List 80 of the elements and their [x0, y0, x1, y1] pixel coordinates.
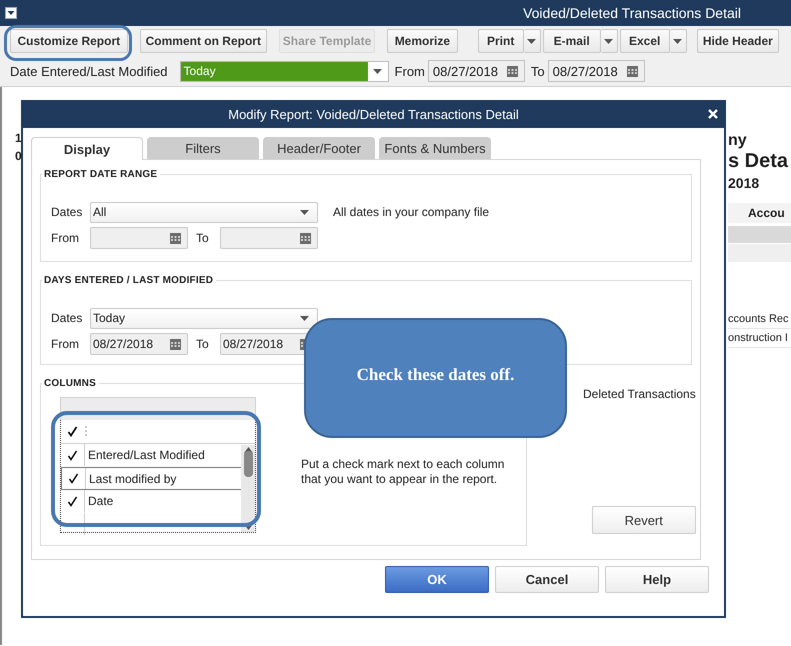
tab[interactable]: Fonts & Numbers	[379, 137, 491, 159]
caret-icon	[604, 38, 614, 44]
dropdown-button[interactable]	[600, 29, 618, 53]
columns-hint: Put a check mark next to each column that you want to appear in the report.	[301, 457, 506, 488]
ok-button[interactable]: OK	[385, 566, 489, 593]
dates-label: Dates	[51, 311, 84, 325]
toolbar-button[interactable]: Customize Report	[10, 29, 128, 53]
calendar-icon[interactable]	[170, 232, 181, 244]
tab[interactable]: Header/Footer	[263, 137, 375, 159]
callout-text: Check these dates off.	[356, 365, 514, 385]
calendar-icon[interactable]	[506, 66, 518, 76]
check-icon[interactable]	[67, 496, 78, 506]
from-label: From	[394, 64, 425, 78]
dialog-button[interactable]: Help	[605, 566, 709, 593]
caret-icon	[300, 316, 309, 320]
to-label: To	[195, 337, 210, 351]
option-label: Deleted Transactions	[583, 387, 696, 401]
dropdown-button[interactable]	[670, 29, 687, 53]
table-row	[728, 226, 791, 243]
company-name: ny	[728, 132, 748, 150]
report-text: 0	[15, 149, 23, 163]
check-column-icon	[67, 426, 78, 437]
to-label: To	[530, 64, 545, 78]
calendar-icon[interactable]	[626, 66, 638, 76]
date-field[interactable]	[90, 227, 188, 249]
date-field[interactable]: 08/27/2018	[90, 333, 188, 355]
dropdown-button[interactable]	[524, 29, 541, 53]
dates-dropdown[interactable]: All	[90, 202, 318, 222]
revert-button[interactable]: Revert	[592, 506, 696, 534]
table-cell: onstruction I	[728, 329, 791, 348]
scroll-thumb[interactable]	[244, 451, 252, 477]
caret-icon	[673, 38, 682, 44]
scrollbar[interactable]	[241, 445, 255, 532]
range-note: All dates in your company file	[333, 205, 490, 219]
check-icon[interactable]	[67, 450, 78, 460]
window-title: Voided/Deleted Transactions Detail	[523, 5, 741, 21]
caret-icon	[527, 38, 536, 44]
group-heading: REPORT DATE RANGE	[43, 169, 158, 180]
column-name: Entered/Last Modified	[87, 448, 205, 462]
toolbar-button[interactable]: Comment on Report	[140, 29, 268, 53]
column-header: Accou	[728, 203, 791, 223]
dates-dropdown[interactable]: Today	[90, 308, 318, 328]
column-name: Date	[87, 494, 114, 508]
toolbar-button: Share Template	[279, 29, 376, 53]
column-divider-icon	[85, 426, 87, 438]
toolbar-button[interactable]: E-mail	[542, 29, 601, 53]
check-icon[interactable]	[68, 473, 79, 484]
table-row	[728, 244, 791, 262]
report-date: 2018	[728, 175, 760, 191]
from-label: From	[51, 231, 80, 245]
toolbar-button[interactable]: Print	[478, 29, 524, 53]
filter-label: Date Entered/Last Modified	[10, 64, 168, 78]
dialog-button[interactable]: Cancel	[495, 566, 599, 593]
from-label: From	[51, 337, 80, 351]
close-icon[interactable]	[708, 109, 718, 119]
dialog-title: Modify Report: Voided/Deleted Transactions Detail	[228, 106, 519, 122]
column-row[interactable]: Entered/Last Modified	[61, 444, 243, 467]
tab[interactable]: Display	[31, 137, 143, 160]
report-title: s Deta	[728, 150, 790, 173]
to-label: To	[195, 231, 210, 245]
column-name: Last modified by	[88, 472, 176, 486]
date-field[interactable]	[220, 227, 318, 249]
toolbar-button[interactable]: Memorize	[387, 29, 458, 53]
calendar-icon[interactable]	[170, 338, 181, 350]
group-heading: COLUMNS	[43, 378, 97, 389]
date-field[interactable]: 08/27/2018	[428, 60, 525, 82]
calendar-icon[interactable]	[300, 232, 311, 244]
group-heading: DAYS ENTERED / LAST MODIFIED	[43, 275, 214, 286]
table-cell: ccounts Rec	[728, 310, 791, 329]
toolbar-button[interactable]: Hide Header	[696, 29, 779, 53]
dates-label: Dates	[51, 205, 84, 219]
caret-icon	[300, 210, 309, 214]
date-field[interactable]: 08/27/2018	[548, 60, 645, 82]
period-dropdown[interactable]: Today	[180, 60, 389, 82]
report-text: 1	[15, 131, 23, 145]
tab[interactable]: Filters	[147, 137, 259, 159]
column-row[interactable]: Date	[61, 490, 243, 513]
toolbar-button[interactable]: Excel	[620, 29, 670, 53]
menu-icon[interactable]	[5, 7, 17, 19]
caret-icon	[373, 68, 382, 74]
